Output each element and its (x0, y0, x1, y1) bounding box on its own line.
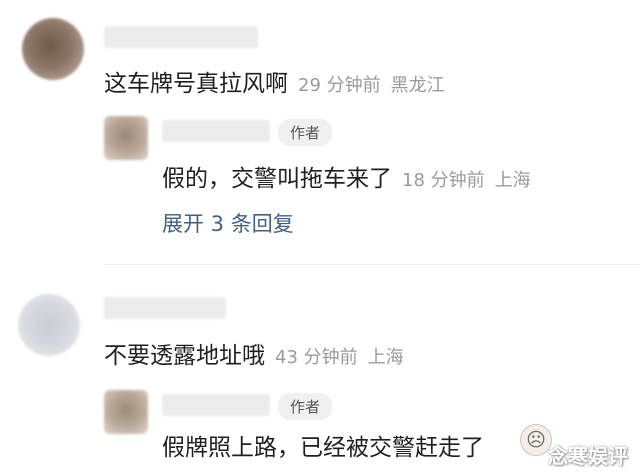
author-badge: 作者 (278, 393, 333, 420)
avatar[interactable] (22, 18, 84, 80)
comment-body: 这车牌号真拉风啊 29 分钟前 黑龙江 (104, 64, 445, 98)
author-badge: 作者 (278, 119, 333, 146)
username-blurred[interactable] (104, 26, 258, 48)
username-blurred[interactable] (162, 394, 270, 416)
divider (104, 264, 640, 265)
comment-location: 黑龙江 (390, 75, 445, 96)
reply-text: 假的，交警叫拖车来了 (162, 166, 392, 192)
avatar[interactable] (104, 390, 148, 434)
comment-text: 不要透露地址哦 (104, 343, 265, 369)
comment-text: 这车牌号真拉风啊 (104, 71, 288, 97)
username-blurred[interactable] (104, 297, 226, 319)
comment-location: 上海 (367, 347, 404, 368)
reply-location: 上海 (494, 170, 531, 191)
username-blurred[interactable] (162, 120, 270, 142)
comment-body: 不要透露地址哦 43 分钟前 上海 (104, 336, 404, 370)
avatar[interactable] (104, 116, 148, 160)
comment-time: 43 分钟前 (275, 347, 358, 368)
reply-body: 假的，交警叫拖车来了 18 分钟前 上海 (162, 159, 531, 193)
watermark: 念寒娱评 (548, 444, 628, 468)
comment-time: 29 分钟前 (298, 75, 381, 96)
avatar[interactable] (18, 294, 80, 356)
reply-time: 18 分钟前 (402, 170, 485, 191)
reply-body: 假牌照上路，已经被交警赶走了 (162, 428, 484, 462)
reply-text: 假牌照上路，已经被交警赶走了 (162, 435, 484, 461)
expand-replies-link[interactable]: 展开 3 条回复 (162, 208, 294, 238)
